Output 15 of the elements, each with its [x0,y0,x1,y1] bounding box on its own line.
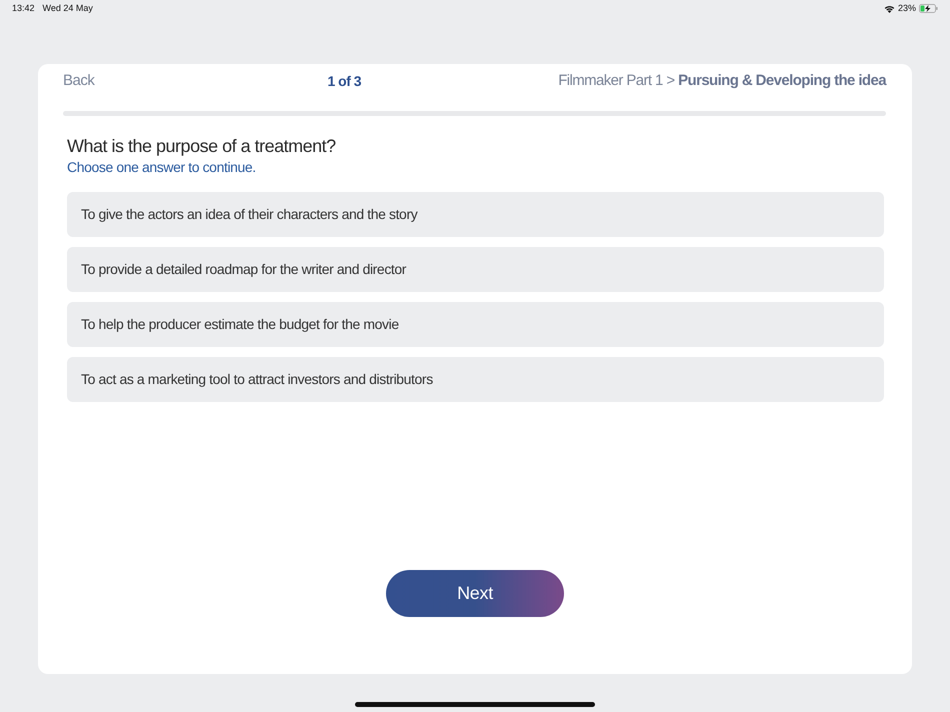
status-time: 13:42 [12,2,35,15]
answer-option[interactable]: To help the producer estimate the budget for the movie [67,302,884,347]
wifi-icon [884,4,895,12]
question-instruction: Choose one answer to continue. [67,158,257,176]
answer-option[interactable]: To provide a detailed roadmap for the writer and director [67,247,884,292]
next-button[interactable]: Next [386,570,564,617]
question-title: What is the purpose of a treatment? [67,135,337,158]
question-counter: 1 of 3 [328,72,362,90]
back-button[interactable]: Back [63,70,94,92]
answer-option[interactable]: To give the actors an idea of their characters and the story [67,192,884,237]
status-date: Wed 24 May [42,2,93,15]
battery-percentage: 23% [898,2,916,15]
answer-option[interactable]: To act as a marketing tool to attract investors and distributors [67,357,884,402]
breadcrumb: Filmmaker Part 1 > Pursuing & Developing the idea [558,70,886,91]
battery-charging-icon [919,4,938,13]
